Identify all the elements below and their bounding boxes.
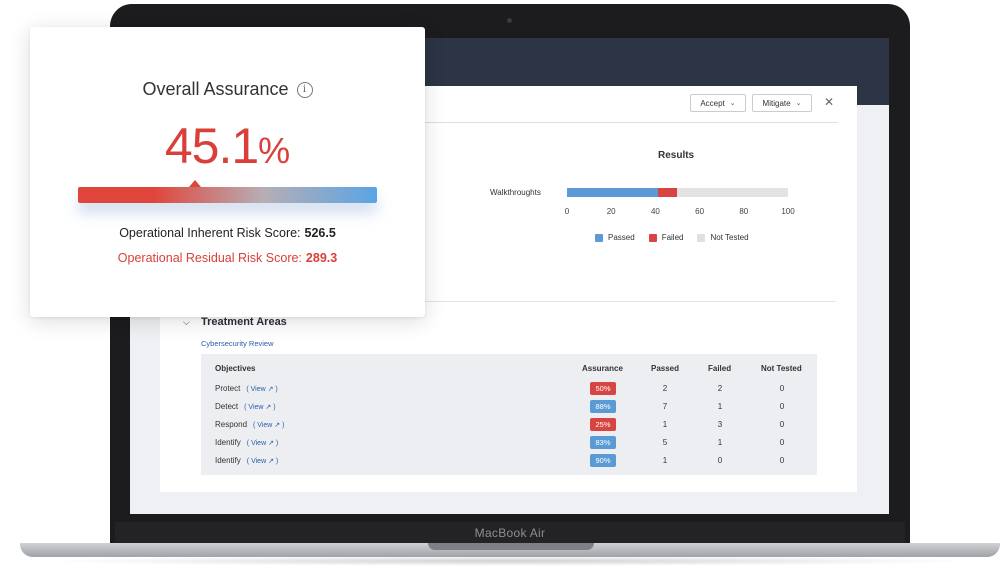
table-row: Respond ( View ↗ ) 25% 1 3 0: [201, 418, 817, 436]
assurance-badge: 88%: [590, 400, 616, 413]
cybersecurity-review-link[interactable]: Cybersecurity Review: [201, 339, 274, 348]
inherent-risk-value: 526.5: [304, 226, 336, 240]
assurance-gradient-bar: [78, 187, 377, 203]
legend-not-tested: Not Tested: [697, 233, 749, 242]
results-legend: Passed Failed Not Tested: [595, 233, 749, 242]
accept-dropdown[interactable]: Accept ⌄: [690, 94, 746, 112]
laptop-shadow: [40, 556, 980, 566]
header-not-tested: Not Tested: [761, 364, 802, 373]
objectives-table: Objectives Assurance Passed Failed Not T…: [201, 354, 817, 475]
assurance-unit: %: [258, 130, 291, 171]
bar-segment-passed: [567, 188, 658, 197]
assurance-badge: 50%: [590, 382, 616, 395]
objective-cell: Identify ( View ↗ ): [215, 456, 278, 465]
failed-count: 1: [717, 438, 723, 447]
assurance-value: 45.1%: [30, 117, 425, 175]
bar-segment-failed: [657, 188, 678, 197]
axis-tick-label: 60: [695, 207, 705, 216]
objective-name: Detect: [215, 402, 239, 411]
assurance-marker: [188, 180, 201, 187]
inherent-risk-label: Operational Inherent Risk Score:: [119, 226, 301, 240]
legend-label-passed: Passed: [608, 233, 635, 242]
not-tested-count: 0: [779, 420, 785, 429]
not-tested-count: 0: [779, 384, 785, 393]
passed-count: 1: [662, 420, 668, 429]
passed-count: 1: [662, 456, 668, 465]
inherent-risk-score: Operational Inherent Risk Score: 526.5: [30, 226, 425, 240]
residual-risk-value: 289.3: [305, 251, 338, 265]
legend-swatch-passed: [595, 233, 603, 242]
view-link[interactable]: ( View ↗ ): [246, 386, 277, 393]
close-icon[interactable]: ✕: [824, 95, 834, 109]
header-passed: Passed: [651, 364, 680, 373]
objective-cell: Identify ( View ↗ ): [215, 438, 278, 447]
chevron-down-icon: ⌄: [729, 100, 736, 107]
walkthroughs-label: Walkthroughts: [490, 188, 541, 197]
objective-name: Protect: [215, 384, 241, 393]
legend-label-failed: Failed: [661, 233, 684, 242]
chevron-down-icon[interactable]: ⌵: [183, 317, 190, 328]
axis-tick-label: 80: [739, 207, 749, 216]
not-tested-count: 0: [779, 456, 785, 465]
failed-count: 3: [717, 420, 723, 429]
card-title: Overall Assurance: [142, 79, 289, 99]
view-link[interactable]: ( View ↗ ): [247, 458, 278, 465]
legend-label-not-tested: Not Tested: [710, 233, 749, 242]
table-row: Protect ( View ↗ ) 50% 2 2 0: [201, 382, 817, 400]
axis-tick-label: 40: [650, 207, 660, 216]
residual-risk-score: Operational Residual Risk Score: 289.3: [30, 251, 425, 265]
table-row: Identify ( View ↗ ) 90% 1 0 0: [201, 454, 817, 472]
laptop-notch: [428, 543, 594, 550]
results-stacked-bar: [567, 188, 788, 197]
view-link[interactable]: ( View ↗ ): [247, 440, 278, 447]
mitigate-label: Mitigate: [762, 98, 791, 108]
chevron-down-icon: ⌄: [795, 100, 802, 107]
table-row: Detect ( View ↗ ) 88% 7 1 0: [201, 400, 817, 418]
failed-count: 1: [717, 402, 723, 411]
info-circle-icon[interactable]: i: [296, 81, 313, 98]
mitigate-dropdown[interactable]: Mitigate ⌄: [752, 94, 812, 112]
accept-label: Accept: [700, 98, 725, 108]
view-link[interactable]: ( View ↗ ): [253, 422, 284, 429]
axis-tick-label: 0: [564, 207, 570, 216]
objective-name: Identify: [215, 456, 241, 465]
passed-count: 5: [662, 438, 668, 447]
device-label: MacBook Air: [474, 526, 546, 540]
objective-cell: Protect ( View ↗ ): [215, 384, 278, 393]
objective-cell: Detect ( View ↗ ): [215, 402, 276, 411]
webcam: [507, 18, 512, 23]
legend-failed: Failed: [648, 233, 684, 242]
card-header: Overall Assurance i: [30, 79, 425, 100]
objective-cell: Respond ( View ↗ ): [215, 420, 284, 429]
view-link[interactable]: ( View ↗ ): [244, 404, 275, 411]
header-failed: Failed: [708, 364, 732, 373]
objective-name: Identify: [215, 438, 241, 447]
axis-tick-label: 20: [606, 207, 616, 216]
treatment-areas-title[interactable]: Treatment Areas: [201, 316, 287, 328]
not-tested-count: 0: [779, 402, 785, 411]
header-objectives: Objectives: [215, 364, 256, 373]
not-tested-count: 0: [779, 438, 785, 447]
passed-count: 7: [662, 402, 668, 411]
axis-tick-label: 100: [781, 207, 795, 216]
failed-count: 2: [717, 384, 723, 393]
legend-swatch-not-tested: [697, 233, 706, 242]
assurance-badge: 83%: [590, 436, 616, 449]
assurance-badge: 25%: [590, 418, 616, 431]
assurance-badge: 90%: [590, 454, 616, 467]
objective-name: Respond: [215, 420, 248, 429]
failed-count: 0: [717, 456, 723, 465]
table-row: Identify ( View ↗ ) 83% 5 1 0: [201, 436, 817, 454]
passed-count: 2: [662, 384, 668, 393]
assurance-number: 45.1: [164, 118, 259, 174]
legend-swatch-failed: [648, 233, 657, 242]
results-title: Results: [658, 150, 695, 161]
overall-assurance-card: Overall Assurance i 45.1% Operational In…: [30, 27, 425, 317]
residual-risk-label: Operational Residual Risk Score:: [117, 251, 302, 265]
header-assurance: Assurance: [582, 364, 623, 373]
legend-passed: Passed: [595, 233, 635, 242]
